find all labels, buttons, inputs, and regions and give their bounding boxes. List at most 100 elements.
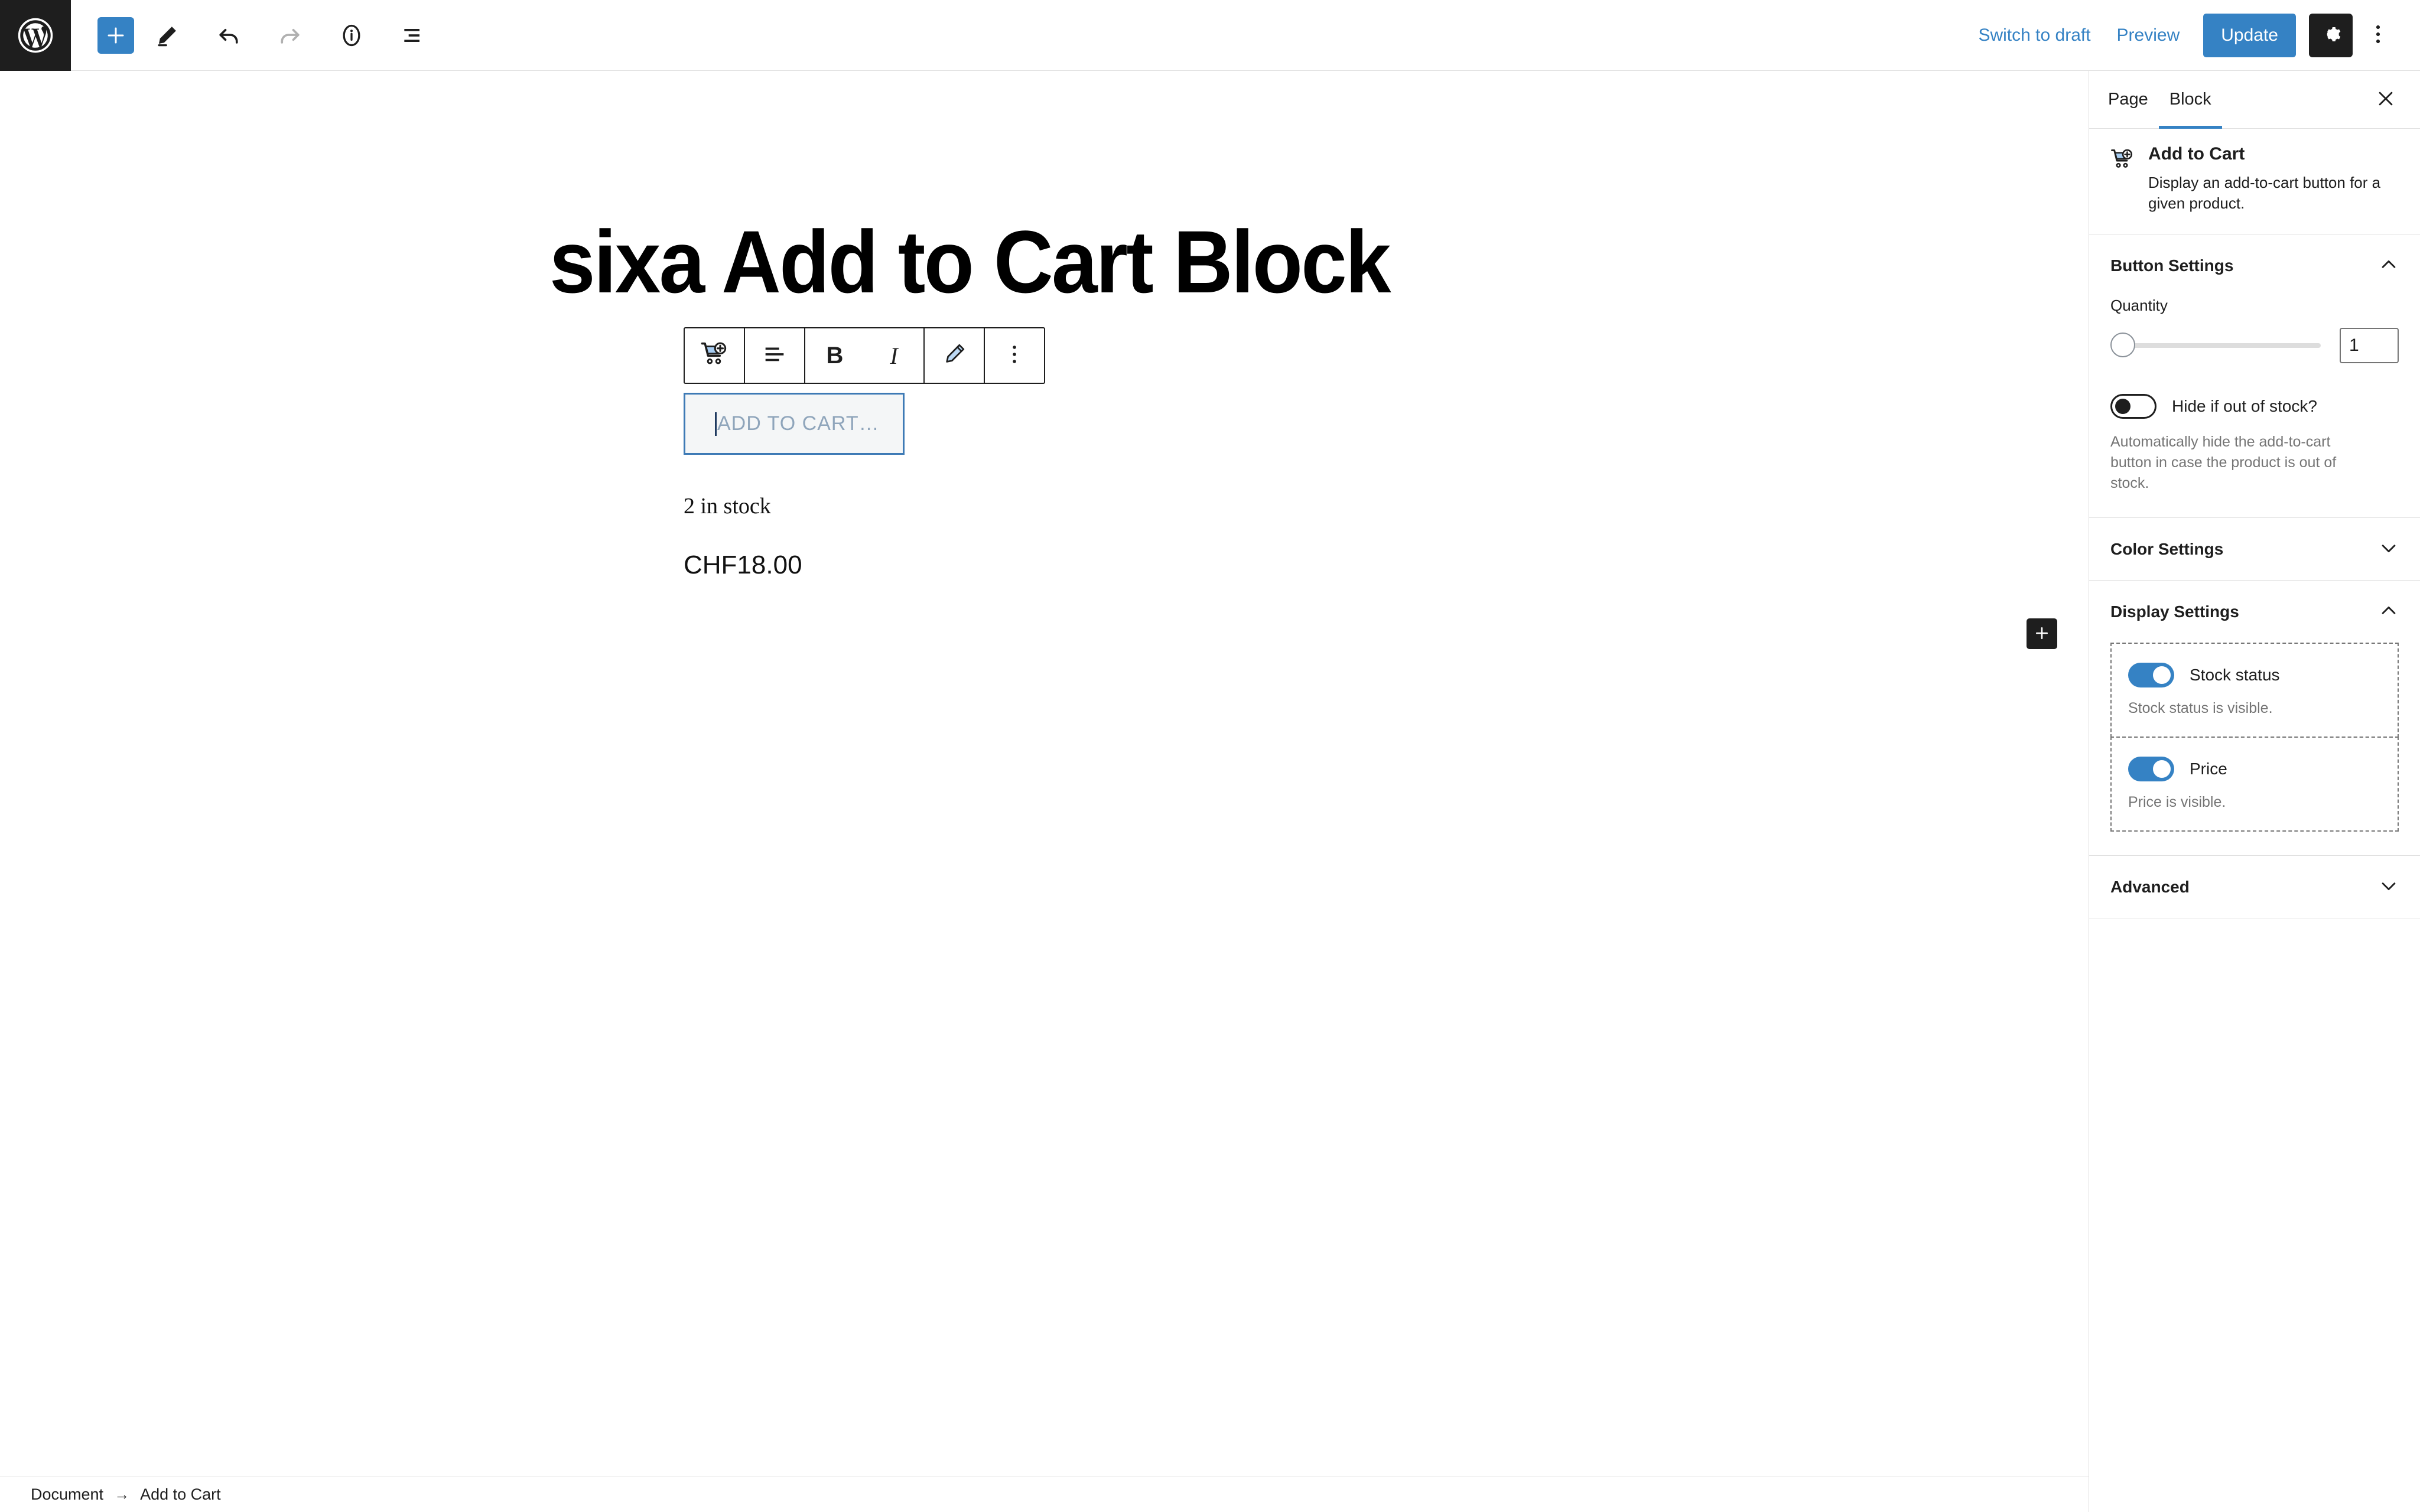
tab-page[interactable]: Page [2097,71,2159,128]
header-left-toolbar [97,7,441,64]
slider-thumb[interactable] [2110,333,2135,358]
panel-title: Color Settings [2110,539,2224,558]
panel-title: Button Settings [2110,256,2234,275]
chevron-down-icon [2379,538,2399,560]
panel-color-settings-header[interactable]: Color Settings [2089,518,2420,580]
add-to-cart-button-block[interactable]: ADD TO CART… [684,393,905,455]
block-title: Add to Cart [2148,144,2245,164]
align-left-icon [761,341,788,370]
redo-arrow-icon [277,22,303,48]
panel-button-settings: Button Settings Quantity Hide if out of … [2089,234,2420,519]
settings-sidebar: Page Block Add to Cart Display an add-to… [2089,71,2420,1512]
quantity-control-row [2110,328,2399,364]
hide-out-of-stock-label: Hide if out of stock? [2172,397,2317,416]
stock-status-row: Stock status [2128,663,2381,688]
redo-button[interactable] [262,7,318,64]
panel-color-settings: Color Settings [2089,518,2420,581]
preview-button[interactable]: Preview [2104,25,2193,45]
panel-title: Advanced [2110,877,2190,896]
plus-icon [105,25,126,46]
stock-status-help: Stock status is visible. [2128,700,2273,717]
block-info-text: Add to Cart Display an add-to-cart butto… [2148,144,2396,214]
pencil-icon [941,341,967,370]
undo-arrow-icon [216,22,242,48]
stock-status-label: Stock status [2190,666,2280,685]
tools-pen-button[interactable] [139,7,196,64]
three-dots-vertical-icon [2369,22,2387,48]
switch-to-draft-button[interactable]: Switch to draft [1965,25,2103,45]
list-view-button[interactable] [385,7,441,64]
italic-button[interactable]: I [864,328,923,383]
block-info-card: Add to Cart Display an add-to-cart butto… [2089,129,2420,235]
price-text: CHF18.00 [684,550,802,579]
details-button[interactable] [323,7,380,64]
pencil-icon [155,23,180,48]
close-sidebar-button[interactable] [2368,71,2403,128]
chevron-down-icon [2379,876,2399,898]
three-dots-vertical-icon [1007,343,1022,369]
chevron-up-icon [2379,601,2399,623]
price-help: Price is visible. [2128,794,2226,811]
chevron-up-icon [2379,255,2399,276]
editor-canvas: sixa Add to Cart Block B I ADD TO CART… … [0,71,2089,1477]
undo-button[interactable] [200,7,257,64]
link-edit-button[interactable] [925,328,984,383]
close-x-icon [2376,89,2396,110]
more-options-button[interactable] [2357,14,2399,57]
gear-icon [2319,22,2343,48]
toggle-knob [2153,760,2171,778]
breadcrumb-current-block[interactable]: Add to Cart [140,1485,221,1504]
add-block-button[interactable] [97,17,134,54]
stock-status-toggle[interactable] [2128,663,2174,688]
block-type-button[interactable] [685,328,744,383]
price-setting-box: Price Price is visible. [2110,737,2399,832]
settings-button[interactable] [2309,13,2353,57]
add-to-cart-icon [699,339,730,372]
page-title[interactable]: sixa Add to Cart Block [549,215,1391,309]
panel-display-settings: Display Settings Stock status Stock stat… [2089,581,2420,856]
price-toggle[interactable] [2128,757,2174,782]
hide-out-of-stock-row: Hide if out of stock? [2110,394,2399,419]
block-toolbar: B I [684,327,1045,384]
list-view-icon [400,22,426,48]
stock-status-text: 2 in stock [684,494,771,519]
hide-out-of-stock-toggle[interactable] [2110,394,2156,419]
text-cursor [715,412,717,436]
update-button[interactable]: Update [2203,13,2296,57]
quantity-label: Quantity [2110,296,2168,315]
canvas-block-inserter-button[interactable] [2027,618,2057,649]
price-label: Price [2190,760,2227,778]
header-right-actions: Switch to draft Preview Update [1965,13,2420,57]
quantity-slider[interactable] [2110,333,2325,359]
breadcrumb-document[interactable]: Document [31,1485,103,1504]
panel-title: Display Settings [2110,602,2239,621]
sidebar-tabs: Page Block [2089,71,2420,129]
block-options-button[interactable] [985,328,1044,383]
quantity-input[interactable] [2340,328,2399,364]
plus-icon [2034,625,2050,643]
add-to-cart-placeholder: ADD TO CART… [717,412,880,435]
wordpress-logo-button[interactable] [0,0,71,71]
wordpress-logo-icon [17,17,54,54]
add-to-cart-icon [2109,144,2135,175]
panel-advanced: Advanced [2089,856,2420,919]
toggle-knob [2115,399,2130,415]
breadcrumb: Document → Add to Cart [0,1477,2089,1512]
slider-track [2132,343,2321,348]
panel-button-settings-header[interactable]: Button Settings [2089,234,2420,296]
panel-advanced-header[interactable]: Advanced [2089,856,2420,918]
toggle-knob [2153,666,2171,685]
tab-block[interactable]: Block [2158,71,2222,129]
block-description: Display an add-to-cart button for a give… [2148,174,2381,213]
price-row: Price [2128,757,2381,782]
align-button[interactable] [745,328,804,383]
panel-button-settings-body: Quantity Hide if out of stock? Automatic… [2089,296,2420,517]
editor-header: Switch to draft Preview Update [0,0,2420,71]
stock-status-setting-box: Stock status Stock status is visible. [2110,643,2399,738]
hide-out-of-stock-help: Automatically hide the add-to-cart butto… [2110,434,2337,492]
info-circle-icon [339,22,365,48]
bold-button[interactable]: B [805,328,864,383]
breadcrumb-arrow-icon: → [114,1485,130,1503]
panel-display-settings-header[interactable]: Display Settings [2089,581,2420,643]
panel-display-settings-body: Stock status Stock status is visible. Pr… [2089,643,2420,855]
